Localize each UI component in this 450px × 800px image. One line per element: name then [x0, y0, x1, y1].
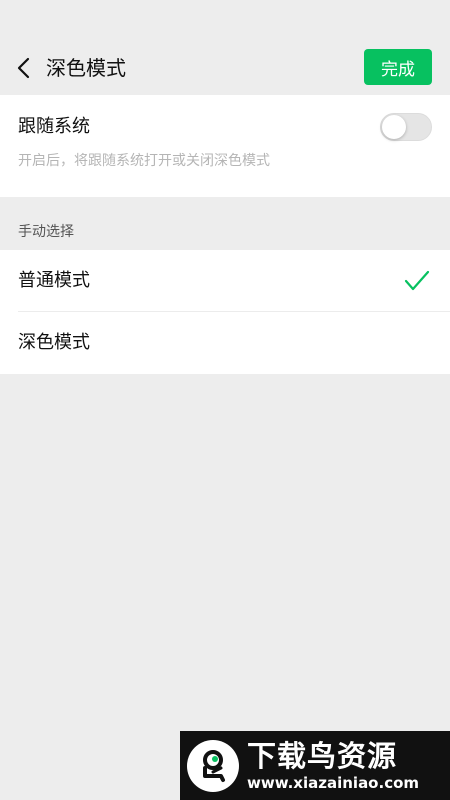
- mode-options-list: 普通模式 深色模式: [0, 250, 450, 374]
- bird-icon: [203, 749, 225, 782]
- dark-mode-settings-screen: 深色模式 完成 跟随系统 开启后，将跟随系统打开或关闭深色模式 手动选择 普通模…: [0, 0, 450, 800]
- option-label: 普通模式: [18, 270, 90, 291]
- follow-system-card: 跟随系统 开启后，将跟随系统打开或关闭深色模式: [0, 95, 450, 197]
- follow-system-toggle[interactable]: [380, 113, 432, 141]
- follow-system-description: 开启后，将跟随系统打开或关闭深色模式: [18, 153, 270, 169]
- manual-section-title: 手动选择: [18, 224, 74, 240]
- header-bar: 深色模式 完成: [0, 0, 450, 95]
- watermark-title: 下载鸟资源: [247, 738, 398, 773]
- option-dark-mode[interactable]: 深色模式: [0, 312, 450, 374]
- follow-system-label: 跟随系统: [18, 116, 90, 137]
- option-normal-mode[interactable]: 普通模式: [0, 250, 450, 312]
- watermark-banner: 下载鸟资源 www.xiazainiao.com: [180, 731, 450, 800]
- done-button[interactable]: 完成: [364, 49, 432, 85]
- page-title: 深色模式: [46, 56, 126, 80]
- watermark-url: www.xiazainiao.com: [247, 773, 420, 792]
- chevron-left-icon: [17, 57, 30, 79]
- option-label: 深色模式: [18, 332, 90, 353]
- toggle-knob: [382, 115, 406, 139]
- checkmark-icon: [404, 270, 430, 291]
- back-button[interactable]: [10, 52, 38, 84]
- watermark-text: 下载鸟资源 www.xiazainiao.com: [247, 740, 419, 792]
- bird-logo-icon: [187, 739, 239, 792]
